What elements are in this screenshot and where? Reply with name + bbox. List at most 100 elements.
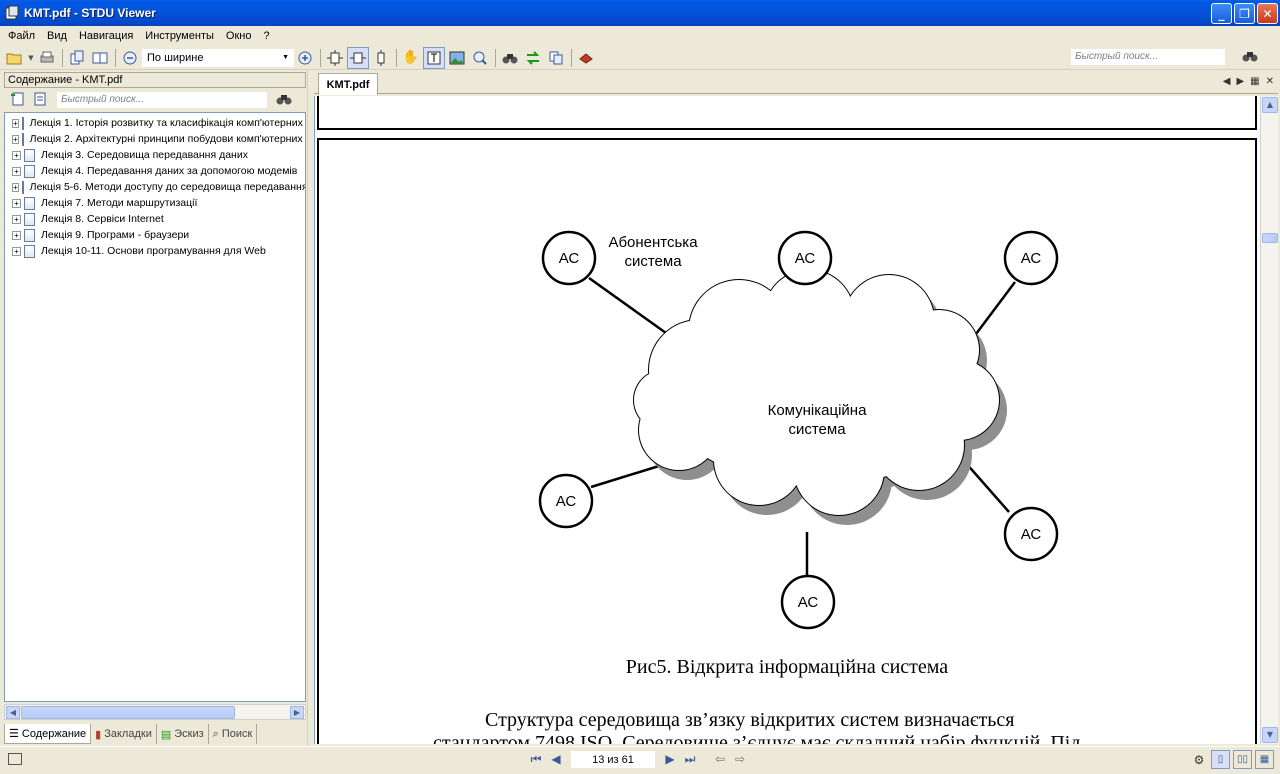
zoom-value: По ширине (147, 51, 204, 64)
fit-height-icon[interactable] (370, 47, 392, 69)
two-page-view-icon[interactable]: ▯▯ (1233, 750, 1252, 769)
tree-item[interactable]: + Лекція 8. Сервіси Internet (5, 211, 305, 227)
scroll-up-icon[interactable]: ▲ (1262, 97, 1278, 113)
expand-icon[interactable]: + (12, 182, 19, 192)
subscriber-label: система (624, 253, 682, 270)
tree-item[interactable]: + Лекція 5-6. Методи доступу до середовищ… (5, 179, 305, 195)
page-number-input[interactable]: 13 из 61 (571, 750, 655, 768)
copy-icon[interactable] (545, 47, 567, 69)
expand-icon[interactable]: + (12, 214, 21, 224)
expand-all-icon[interactable] (10, 91, 28, 110)
tab-next-icon[interactable]: ▶ (1236, 76, 1244, 87)
status-bar: ⏮ ◀ 13 из 61 ▶ ⏭ ⇦ ⇨ ⚙ ▯ ▯▯ ▦ (0, 746, 1280, 774)
zoom-select[interactable]: По ширине ▼ (142, 48, 294, 67)
prev-page-icon[interactable]: ◀ (547, 750, 565, 768)
zoom-out-icon[interactable] (119, 47, 141, 69)
hand-tool-icon[interactable]: ✋ (400, 47, 422, 69)
document-viewer[interactable]: АС АС АС АС АС АС Абонентська система Ко… (314, 96, 1260, 744)
scroll-down-icon[interactable]: ▼ (1262, 727, 1278, 743)
contents-horizontal-scrollbar[interactable]: ◀ ▶ (4, 704, 306, 720)
bookmark-add-icon[interactable] (575, 47, 597, 69)
expand-icon[interactable]: + (12, 230, 21, 240)
tree-item[interactable]: + Лекція 4. Передавання даних за допомого… (5, 163, 305, 179)
tab-contents[interactable]: ☰ Содержание (4, 724, 92, 744)
find-icon[interactable] (499, 47, 521, 69)
tree-item-label: Лекція 10-11. Основи програмування для W… (41, 245, 266, 257)
expand-icon[interactable]: + (12, 118, 19, 128)
scroll-thumb[interactable] (21, 706, 235, 719)
menu-help[interactable]: ? (257, 30, 275, 42)
menu-tools[interactable]: Инструменты (139, 30, 220, 42)
scroll-thumb[interactable] (1262, 233, 1278, 243)
fit-page-icon[interactable] (324, 47, 346, 69)
single-page-view-icon[interactable]: ▯ (1211, 750, 1230, 769)
tree-item[interactable]: + Лекція 1. Історія розвитку та класифіка… (5, 115, 305, 131)
next-page-icon[interactable]: ▶ (661, 750, 679, 768)
minimize-button[interactable]: _ (1211, 3, 1232, 24)
search-binoculars-icon[interactable] (1242, 49, 1258, 67)
page-icon (24, 196, 35, 210)
image-select-icon[interactable] (446, 47, 468, 69)
tree-item[interactable]: + Лекція 9. Програми - браузери (5, 227, 305, 243)
pages-icon[interactable] (89, 47, 111, 69)
last-page-icon[interactable]: ⏭ (681, 750, 699, 768)
text-select-icon[interactable] (423, 46, 445, 69)
tab-thumbnails-label: Эскиз (174, 728, 204, 740)
panel-toggle-icon[interactable] (8, 753, 22, 765)
tab-bookmarks[interactable]: ▮ Закладки (91, 724, 157, 744)
tab-search[interactable]: ⌕ Поиск (209, 724, 258, 744)
vertical-scrollbar[interactable]: ▲ ▼ (1260, 96, 1278, 744)
tree-item[interactable]: + Лекція 10-11. Основи програмування для … (5, 243, 305, 259)
expand-icon[interactable]: + (12, 150, 21, 160)
tab-prev-icon[interactable]: ◀ (1223, 76, 1231, 87)
tab-thumbnails[interactable]: ▤ Эскиз (157, 724, 209, 744)
page-icon (24, 244, 35, 258)
app-icon (5, 5, 19, 20)
copy-page-icon[interactable] (66, 47, 88, 69)
print-icon[interactable] (36, 47, 58, 69)
page-icon (24, 212, 35, 226)
node-label: АС (556, 493, 577, 510)
tree-item[interactable]: + Лекція 3. Середовища передавання даних (5, 147, 305, 163)
tree-item[interactable]: + Лекція 2. Архітектурні принципи побудов… (5, 131, 305, 147)
title-bar: KMT.pdf - STDU Viewer _ ❐ ✕ (0, 0, 1280, 26)
menu-window[interactable]: Окно (220, 30, 258, 42)
contents-search-input[interactable]: Быстрый поиск... (56, 91, 268, 109)
first-page-icon[interactable]: ⏮ (527, 750, 545, 768)
expand-icon[interactable]: + (12, 134, 19, 144)
tree-item[interactable]: + Лекція 7. Методи маршрутизації (5, 195, 305, 211)
snapshot-icon[interactable] (469, 47, 491, 69)
open-folder-icon[interactable] (4, 47, 26, 69)
tree-item-label: Лекція 1. Історія розвитку та класифікац… (29, 117, 305, 129)
expand-icon[interactable]: + (12, 166, 21, 176)
scroll-left-icon[interactable]: ◀ (6, 706, 20, 719)
close-button[interactable]: ✕ (1257, 3, 1278, 24)
history-forward-icon[interactable]: ⇨ (731, 750, 749, 768)
document-tab[interactable]: KMT.pdf (318, 73, 378, 95)
tab-list-icon[interactable]: ▦ (1250, 76, 1259, 87)
menu-file[interactable]: Файл (2, 30, 41, 42)
tab-close-icon[interactable]: ✕ (1266, 76, 1274, 87)
contents-panel-title: Содержание - KMT.pdf (4, 72, 306, 88)
settings-gear-icon[interactable]: ⚙ (1190, 751, 1208, 769)
contents-panel: Содержание - KMT.pdf Быстрый поиск... + Л… (4, 70, 306, 746)
collapse-all-icon[interactable] (32, 91, 50, 110)
contents-icon: ☰ (9, 728, 19, 740)
scroll-right-icon[interactable]: ▶ (290, 706, 304, 719)
menu-navigation[interactable]: Навигация (73, 30, 139, 42)
dropdown-arrow-icon[interactable]: ▼ (27, 47, 35, 69)
grid-view-icon[interactable]: ▦ (1255, 750, 1274, 769)
quick-search-input[interactable]: Быстрый поиск... (1070, 48, 1226, 66)
body-paragraph-line2: стандартом 7498 ISO. Середовище з’єднує … (433, 732, 1081, 744)
back-forward-icon[interactable] (522, 47, 544, 69)
history-back-icon[interactable]: ⇦ (711, 750, 729, 768)
expand-icon[interactable]: + (12, 198, 21, 208)
zoom-in-icon[interactable] (294, 47, 316, 69)
fit-width-icon[interactable] (347, 46, 369, 69)
tree-item-label: Лекція 9. Програми - браузери (41, 229, 190, 241)
menu-view[interactable]: Вид (41, 30, 73, 42)
expand-icon[interactable]: + (12, 246, 21, 256)
panel-splitter[interactable] (307, 70, 313, 746)
contents-search-icon[interactable] (276, 92, 292, 109)
maximize-button[interactable]: ❐ (1234, 3, 1255, 24)
